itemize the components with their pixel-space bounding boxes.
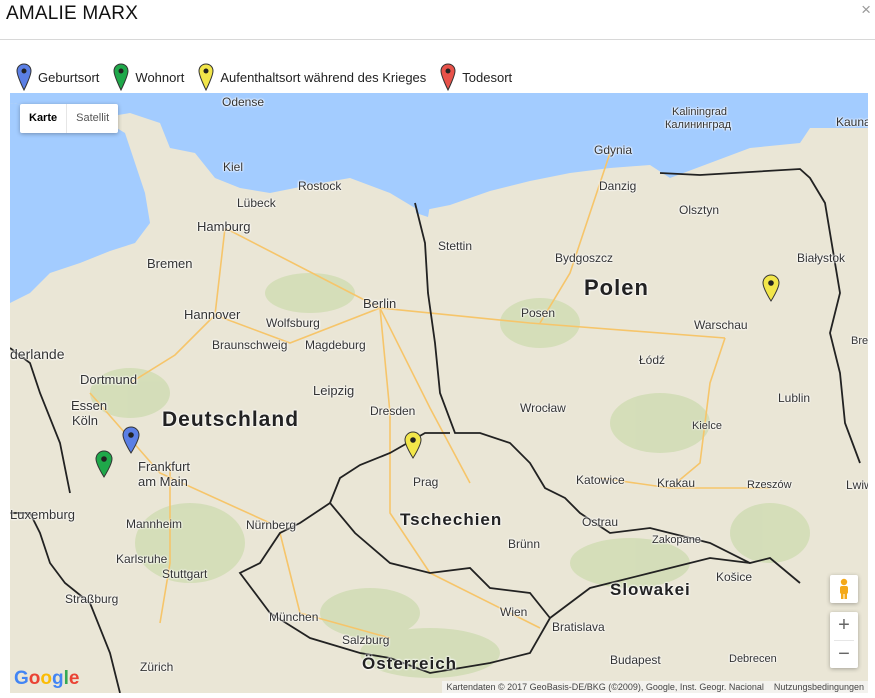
map-marker-aufenthaltsort[interactable]	[762, 274, 780, 302]
map-label: Zürich	[140, 660, 174, 674]
zoom-in-button[interactable]: +	[830, 612, 858, 640]
map-label: Luxemburg	[10, 507, 76, 522]
map-label: Bremen	[147, 256, 193, 271]
map-label: Salzburg	[342, 633, 390, 647]
country-label-tschechien: Tschechien	[400, 510, 503, 529]
country-label-slowakei: Slowakei	[610, 580, 691, 599]
zoom-out-button[interactable]: −	[830, 641, 858, 668]
map-label: Rostock	[298, 179, 342, 193]
map-label: Rzeszów	[747, 479, 792, 491]
map-label: Debrecen	[729, 653, 777, 665]
legend-label-geburtsort: Geburtsort	[38, 69, 100, 85]
map[interactable]: Karte Satellit Odense Kaliningrad Калини…	[10, 93, 868, 693]
map-label: Wien	[500, 605, 528, 619]
map-label: Braunschweig	[212, 338, 288, 352]
terms-link[interactable]: Nutzungsbedingungen	[774, 682, 864, 692]
country-label-polen: Polen	[584, 275, 649, 300]
map-label: München	[269, 610, 319, 624]
map-label: Berlin	[363, 296, 397, 311]
map-label: Prag	[413, 475, 439, 489]
legend-label-todesort: Todesort	[462, 69, 513, 85]
map-label: Dortmund	[80, 372, 138, 387]
map-label: Wrocław	[520, 401, 566, 415]
map-label: Posen	[521, 306, 556, 320]
map-label: Bydgoszcz	[555, 251, 614, 265]
map-label: Köln	[72, 413, 99, 428]
map-label: Mannheim	[126, 517, 183, 531]
map-label: Košice	[716, 570, 753, 584]
map-label: Bratislava	[552, 620, 605, 634]
map-label: Kiel	[223, 160, 244, 174]
map-label: Budapest	[610, 653, 661, 667]
map-label: Magdeburg	[305, 338, 366, 352]
map-label: Dresden	[370, 404, 416, 418]
map-label: Lublin	[778, 391, 811, 405]
map-label: Stettin	[438, 239, 473, 253]
map-label: Brest	[851, 335, 868, 347]
legend-label-wohnort: Wohnort	[135, 69, 185, 85]
map-label: Hannover	[184, 307, 241, 322]
map-attribution: Kartendaten © 2017 GeoBasis-DE/BKG (©200…	[442, 681, 868, 693]
dialog-title: AMALIE MARX	[6, 3, 139, 24]
map-label: Odense	[222, 95, 265, 109]
map-label: Leipzig	[313, 383, 355, 398]
close-icon[interactable]: ×	[861, 0, 871, 20]
map-label: Karlsruhe	[116, 552, 168, 566]
map-label: Brünn	[508, 537, 541, 551]
legend-label-aufenthaltsort: Aufenthaltsort während des Krieges	[220, 69, 427, 85]
yellow-pin-icon	[198, 63, 214, 91]
google-logo[interactable]: Google	[14, 668, 79, 690]
red-pin-icon	[440, 63, 456, 91]
map-label: Hamburg	[197, 219, 251, 234]
map-type-satellite-button[interactable]: Satellit	[67, 104, 118, 133]
blue-pin-icon	[16, 63, 32, 91]
map-label: Warschau	[694, 318, 748, 332]
map-label: derlande	[10, 346, 65, 362]
attribution-text: Kartendaten © 2017 GeoBasis-DE/BKG (©200…	[446, 682, 764, 692]
map-label: Stuttgart	[162, 567, 208, 581]
map-label: Danzig	[599, 179, 637, 193]
map-label: Krakau	[657, 476, 696, 490]
map-type-karte-button[interactable]: Karte	[20, 104, 68, 133]
north-sea	[10, 103, 150, 303]
legend-item-wohnort: Wohnort	[113, 63, 184, 91]
map-base	[10, 93, 868, 693]
map-label: Nürnberg	[246, 518, 297, 532]
forest-areas	[90, 273, 810, 678]
map-label: Straßburg	[65, 592, 119, 606]
map-label: Zakopane	[652, 534, 701, 546]
map-label: Katowice	[576, 473, 625, 487]
map-label: Lwiw	[846, 478, 868, 492]
legend-item-todesort: Todesort	[440, 63, 512, 91]
legend-item-geburtsort: Geburtsort	[16, 63, 99, 91]
map-label: Olsztyn	[679, 203, 720, 217]
map-label: Lübeck	[237, 196, 276, 210]
map-label: Wolfsburg	[266, 316, 320, 330]
map-label: Kaunas	[836, 115, 868, 129]
street-view-pegman-button[interactable]	[830, 575, 858, 603]
map-label: Ostrau	[582, 515, 619, 529]
zoom-control: + −	[830, 612, 858, 668]
map-label: Kaliningrad	[672, 106, 728, 118]
map-label: Gdynia	[594, 143, 633, 157]
country-label-deutschland: Deutschland	[162, 408, 300, 431]
map-marker-aufenthaltsort[interactable]	[404, 431, 422, 459]
map-label: Essen	[71, 398, 108, 413]
pegman-icon	[840, 578, 848, 599]
green-pin-icon	[113, 63, 129, 91]
map-label: Kielce	[692, 420, 722, 432]
map-marker-geburtsort[interactable]	[122, 426, 140, 454]
header-divider	[0, 39, 875, 40]
map-label: Łódź	[639, 353, 666, 367]
legend: Geburtsort Wohnort Aufenthaltsort währen…	[16, 60, 526, 94]
map-label: Калининград	[665, 119, 732, 131]
map-label: Frankfurt am Main	[138, 459, 191, 489]
legend-item-aufenthaltsort: Aufenthaltsort während des Krieges	[198, 63, 426, 91]
map-label: Białystok	[797, 251, 846, 265]
map-type-control: Karte Satellit	[20, 104, 119, 133]
country-label-oesterreich: Österreich	[362, 654, 458, 673]
map-marker-wohnort[interactable]	[95, 450, 113, 478]
